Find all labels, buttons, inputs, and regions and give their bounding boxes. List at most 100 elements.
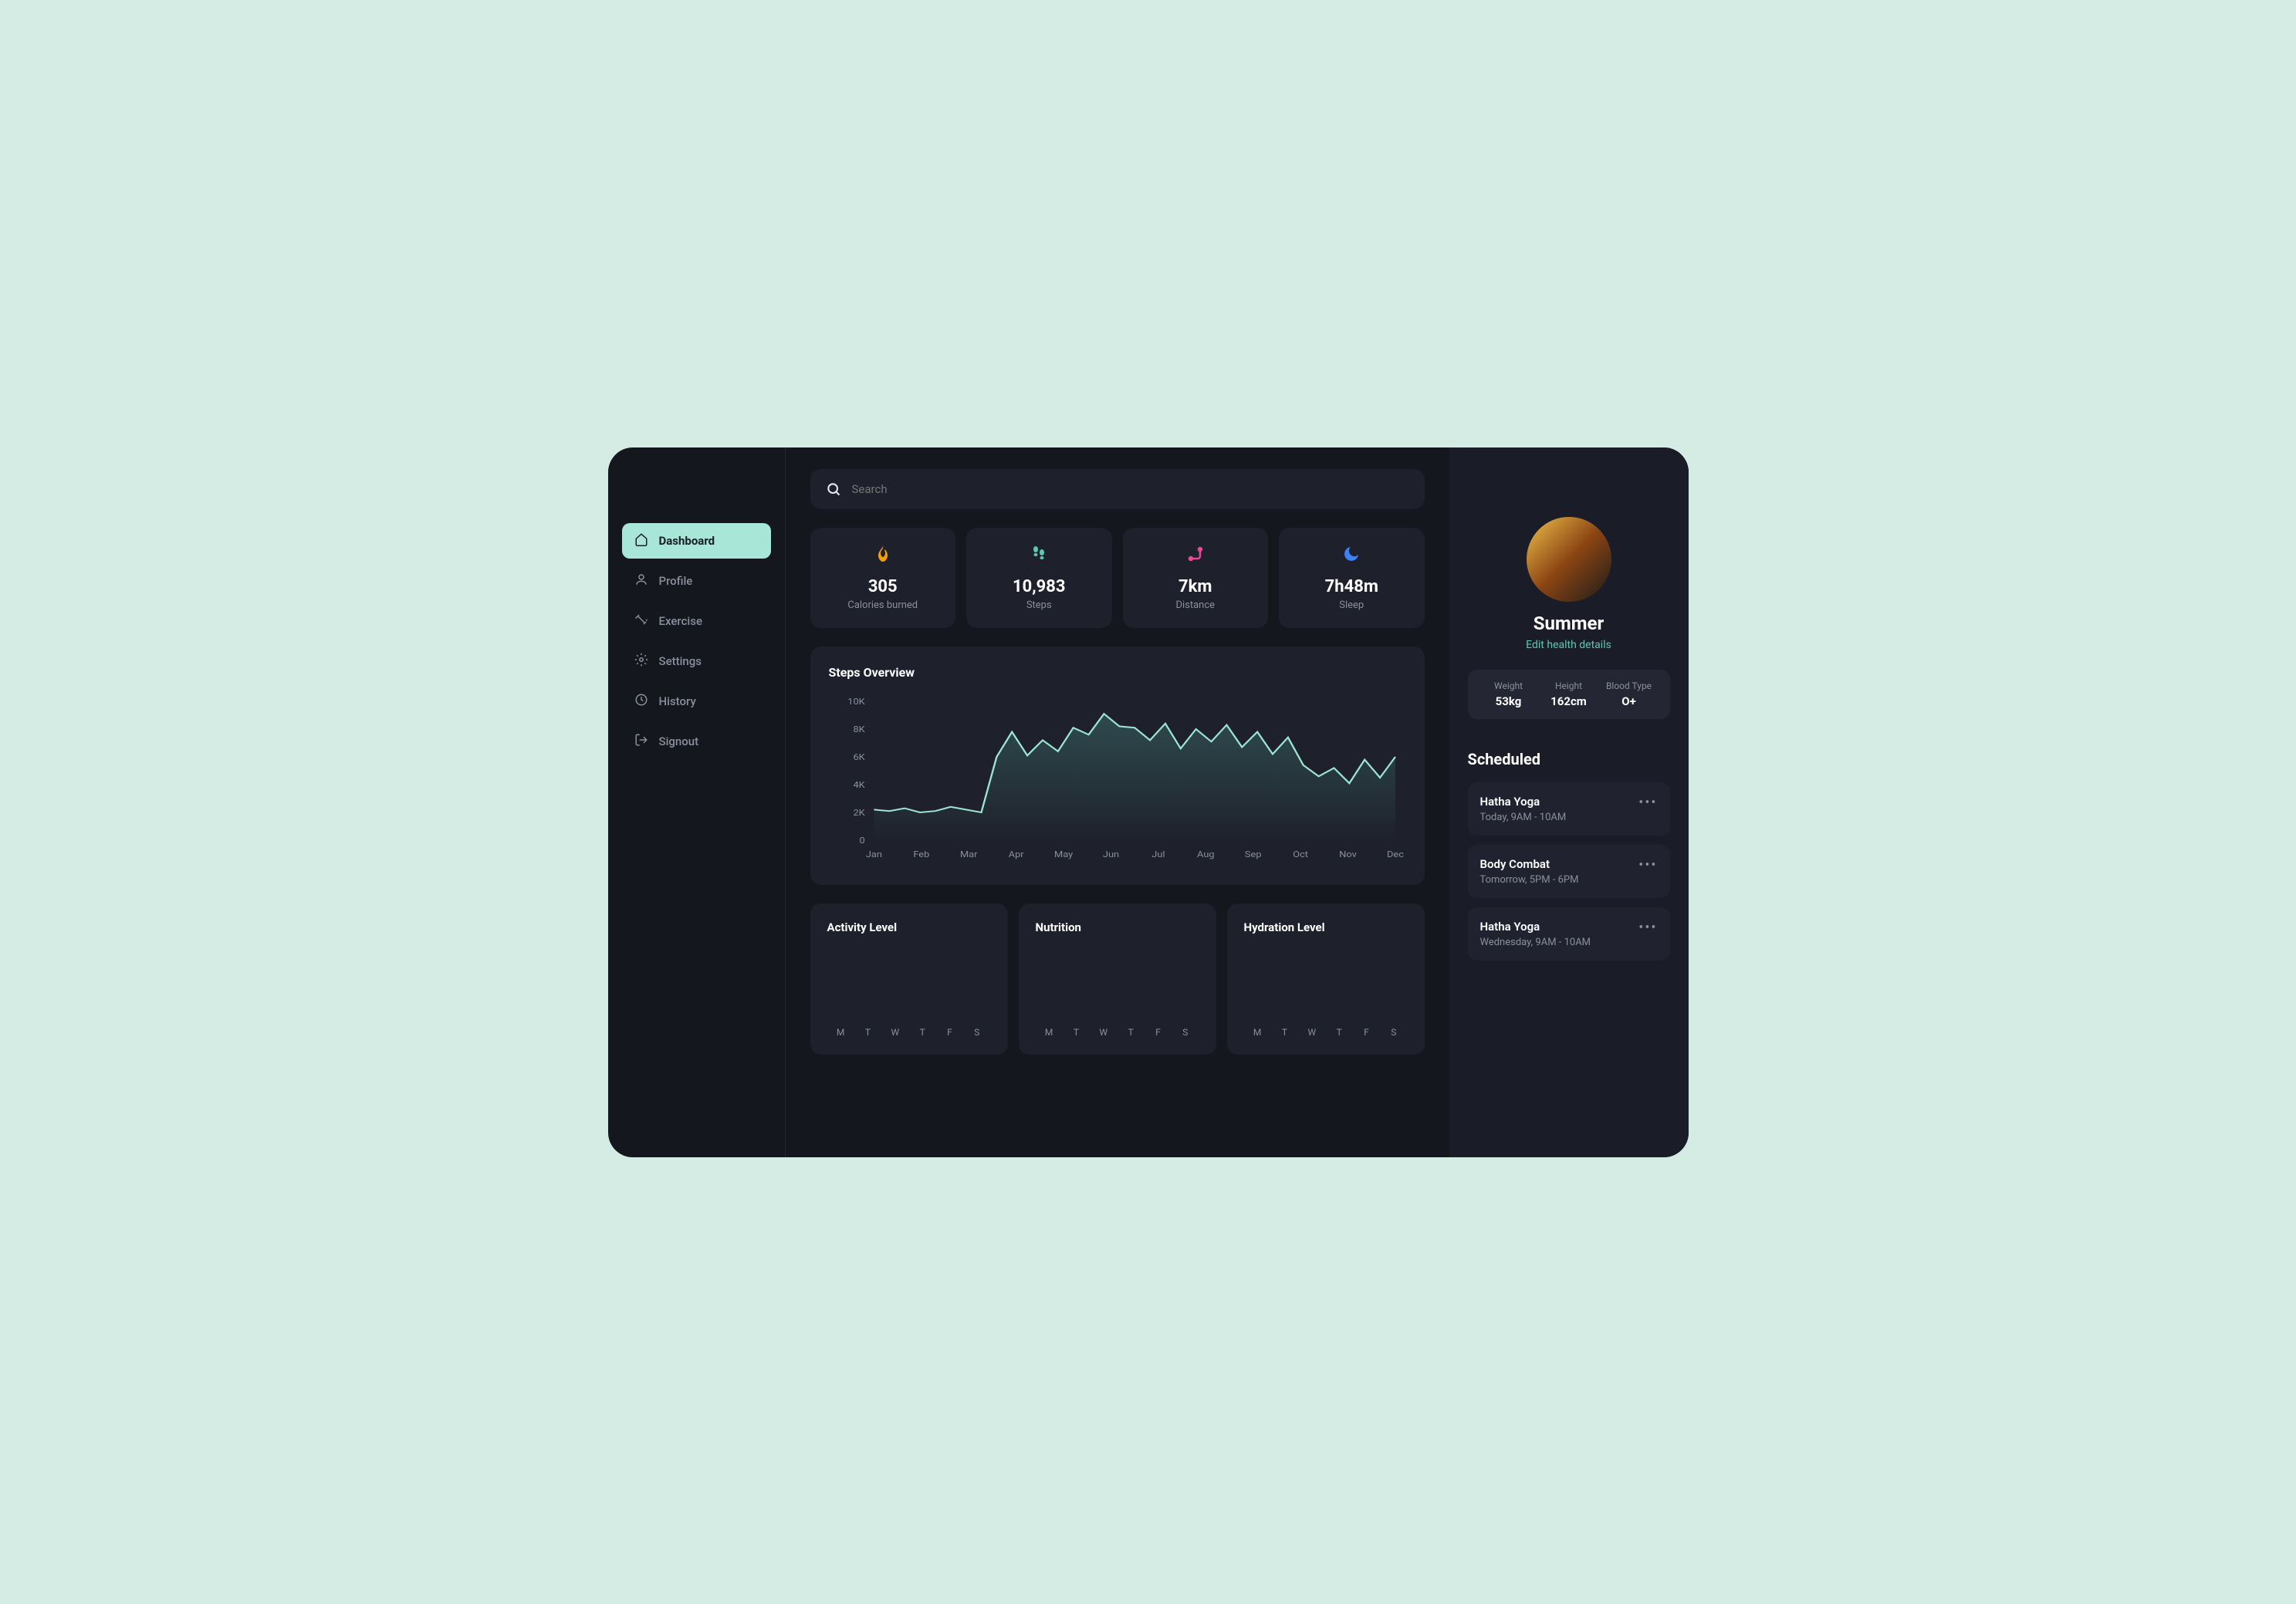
y-tick: 2K: [853, 807, 865, 817]
day-label: T: [1117, 1027, 1144, 1038]
day-label: S: [1172, 1027, 1199, 1038]
main-content: 305 Calories burned 10,983Steps7kmDistance…: [786, 447, 1449, 1157]
labels-row: MTWTFS: [1036, 1027, 1199, 1038]
day-label: T: [854, 1027, 881, 1038]
steps-line-chart: 02K4K6K8K10KJanFebMarAprMayJunJulAugSepO…: [829, 694, 1406, 863]
bars: [1244, 956, 1408, 1018]
profile-panel: Summer Edit health details Weight53kgHei…: [1449, 447, 1689, 1157]
stat-value: 7h48m: [1296, 577, 1408, 596]
x-tick: Apr: [1008, 849, 1023, 859]
steps-overview-card: Steps Overview 02K4K6K8K10KJanFebMarAprM…: [810, 647, 1425, 885]
stats-row: 305 Calories burned 10,983Steps7kmDistance…: [810, 528, 1425, 628]
day-label: S: [1380, 1027, 1407, 1038]
x-tick: Mar: [959, 849, 977, 859]
footprints-icon: [983, 545, 1095, 568]
more-icon[interactable]: •••: [1638, 920, 1657, 936]
user-name: Summer: [1468, 613, 1670, 634]
gear-icon: [634, 653, 648, 670]
clock-icon: [634, 693, 648, 710]
stat-card-calories-burned[interactable]: 305 Calories burned: [810, 528, 956, 628]
bars: [1036, 956, 1199, 1018]
y-tick: 4K: [853, 779, 865, 789]
sched-info: Hatha YogaToday, 9AM - 10AM: [1480, 795, 1567, 823]
mini-title: Nutrition: [1036, 920, 1199, 934]
scheduled-title: Scheduled: [1468, 750, 1670, 768]
sched-info: Body Combat Tomorrow, 5PM - 6PM: [1480, 857, 1579, 886]
stat-label: Calories burned: [827, 599, 939, 611]
scheduled-item[interactable]: Hatha YogaWednesday, 9AM - 10AM •••: [1468, 907, 1670, 961]
x-tick: Oct: [1293, 849, 1308, 859]
hs-label: Blood Type: [1599, 680, 1659, 691]
mini-card-hydration-level[interactable]: Hydration LevelMTWTFS: [1227, 903, 1425, 1055]
sidebar-item-label: Signout: [659, 734, 699, 748]
day-label: T: [1325, 1027, 1352, 1038]
sidebar-item-history[interactable]: History: [622, 684, 771, 719]
x-tick: Aug: [1197, 849, 1215, 859]
day-label: F: [1353, 1027, 1380, 1038]
chart-title: Steps Overview: [829, 665, 1406, 680]
x-tick: Jun: [1102, 849, 1118, 859]
chart-area: [874, 714, 1395, 840]
health-stat-weight: Weight53kg: [1479, 680, 1539, 708]
stat-card-sleep[interactable]: 7h48mSleep: [1279, 528, 1425, 628]
dumbbell-icon: [634, 613, 648, 630]
stat-value: 10,983: [983, 577, 1095, 596]
search-input[interactable]: [852, 482, 1409, 496]
x-tick: Dec: [1386, 849, 1403, 859]
sidebar-item-settings[interactable]: Settings: [622, 643, 771, 679]
x-tick: Feb: [913, 849, 929, 859]
mini-card-activity-level[interactable]: Activity LevelMTWTFS: [810, 903, 1008, 1055]
more-icon[interactable]: •••: [1638, 857, 1657, 873]
sidebar-item-label: History: [659, 694, 696, 708]
mini-title: Activity Level: [827, 920, 991, 934]
mini-charts-row: Activity LevelMTWTFSNutritionMTWTFSHydra…: [810, 903, 1425, 1055]
x-tick: Nov: [1339, 849, 1357, 859]
route-icon: [1140, 545, 1252, 568]
stat-value: 305: [827, 577, 939, 596]
health-stat-height: Height162cm: [1539, 680, 1599, 708]
more-icon[interactable]: •••: [1638, 795, 1657, 811]
flame-icon: [827, 545, 939, 568]
scheduled-item[interactable]: Body Combat Tomorrow, 5PM - 6PM •••: [1468, 845, 1670, 898]
day-label: M: [1036, 1027, 1063, 1038]
sched-name: Body Combat: [1480, 857, 1579, 871]
day-label: F: [1145, 1027, 1172, 1038]
home-icon: [634, 532, 648, 549]
app-container: Dashboard Profile Exercise Settings History S…: [608, 447, 1689, 1157]
stat-card-steps[interactable]: 10,983Steps: [966, 528, 1112, 628]
sched-time: Tomorrow, 5PM - 6PM: [1480, 874, 1579, 886]
day-label: M: [827, 1027, 854, 1038]
day-label: S: [963, 1027, 990, 1038]
hs-value: 53kg: [1479, 694, 1539, 708]
day-label: F: [936, 1027, 963, 1038]
sidebar-item-label: Settings: [659, 654, 702, 668]
bars: [827, 956, 991, 1018]
sched-info: Hatha YogaWednesday, 9AM - 10AM: [1480, 920, 1591, 948]
moon-icon: [1296, 545, 1408, 568]
stat-card-distance[interactable]: 7kmDistance: [1123, 528, 1269, 628]
y-tick: 6K: [853, 751, 865, 761]
hs-value: O+: [1599, 694, 1659, 708]
sidebar: Dashboard Profile Exercise Settings History S…: [608, 447, 786, 1157]
mini-card-nutrition[interactable]: NutritionMTWTFS: [1019, 903, 1216, 1055]
y-tick: 10K: [847, 696, 865, 706]
x-tick: May: [1053, 849, 1073, 859]
search-icon: [826, 481, 841, 497]
edit-health-link[interactable]: Edit health details: [1468, 639, 1670, 651]
x-tick: Sep: [1244, 849, 1261, 859]
health-stat-blood-type: Blood Type O+: [1599, 680, 1659, 708]
sidebar-item-exercise[interactable]: Exercise: [622, 603, 771, 639]
sidebar-item-label: Profile: [659, 574, 693, 588]
sched-name: Hatha Yoga: [1480, 795, 1567, 809]
mini-title: Hydration Level: [1244, 920, 1408, 934]
day-label: W: [1298, 1027, 1325, 1038]
sidebar-item-dashboard[interactable]: Dashboard: [622, 523, 771, 559]
avatar[interactable]: [1527, 517, 1611, 602]
sidebar-item-signout[interactable]: Signout: [622, 724, 771, 759]
search-bar[interactable]: [810, 469, 1425, 509]
scheduled-item[interactable]: Hatha YogaToday, 9AM - 10AM •••: [1468, 782, 1670, 836]
scheduled-list: Hatha YogaToday, 9AM - 10AM•••Body Comba…: [1468, 782, 1670, 961]
sidebar-item-profile[interactable]: Profile: [622, 563, 771, 599]
stat-value: 7km: [1140, 577, 1252, 596]
hs-label: Height: [1539, 680, 1599, 691]
